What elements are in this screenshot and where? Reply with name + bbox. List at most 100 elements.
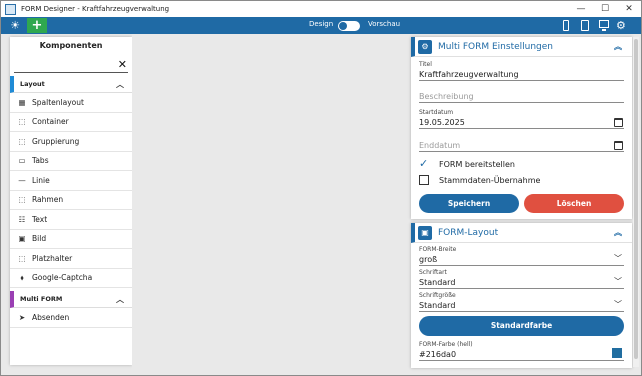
- checkmark-icon: ✓: [419, 157, 429, 170]
- font-size-label: Schriftgröße: [419, 292, 456, 299]
- frame-icon: ⬚: [18, 195, 26, 205]
- title-value: Kraftfahrzeugverwaltung: [419, 70, 519, 79]
- start-date-value: 19.05.2025: [419, 118, 465, 127]
- collapse-icon[interactable]: ︽: [614, 227, 622, 238]
- component-item[interactable]: ⬚ Rahmen: [10, 191, 132, 210]
- section-multi-form[interactable]: Multi FORM ︿: [10, 291, 132, 308]
- chevron-down-icon[interactable]: ﹀: [614, 255, 622, 263]
- checkbox-box[interactable]: [419, 175, 429, 185]
- form-color-label: FORM-Farbe (hell): [419, 341, 473, 348]
- sun-icon[interactable]: ☀: [5, 18, 25, 33]
- components-sidebar: Komponenten ✕ Layout ︿ ▦ Spaltenlayout ⬚ C…: [10, 37, 132, 365]
- save-button[interactable]: Speichern: [419, 194, 519, 213]
- panel-header: ⚙ Multi FORM Einstellungen ︽: [411, 37, 632, 57]
- delete-button[interactable]: Löschen: [524, 194, 624, 213]
- section-label: Multi FORM: [20, 295, 63, 303]
- component-item[interactable]: — Linie: [10, 171, 132, 191]
- component-search-input[interactable]: ✕: [14, 55, 128, 73]
- component-item[interactable]: ▦ Spaltenlayout: [10, 93, 132, 113]
- description-placeholder: Beschreibung: [419, 92, 474, 101]
- font-size-select[interactable]: Schriftgröße Standard ﹀: [419, 292, 624, 312]
- chevron-up-icon[interactable]: ︿: [116, 291, 124, 308]
- app-icon: [5, 3, 16, 15]
- start-date-label: Startdatum: [419, 109, 454, 116]
- maximize-button[interactable]: ☐: [593, 1, 617, 17]
- section-label: Layout: [20, 80, 45, 88]
- panel-title: Multi FORM Einstellungen: [438, 41, 554, 52]
- close-button[interactable]: ✕: [617, 1, 641, 17]
- lock-icon: ⬧: [20, 272, 24, 282]
- font-size-value: Standard: [419, 301, 456, 310]
- send-icon: ➤: [18, 312, 26, 322]
- add-button[interactable]: +: [27, 18, 47, 33]
- design-canvas[interactable]: [132, 34, 410, 374]
- component-label: Platzhalter: [32, 253, 73, 263]
- group-icon: ⬚: [18, 136, 26, 146]
- calendar-icon[interactable]: [614, 141, 623, 150]
- title-field[interactable]: Titel Kraftfahrzeugverwaltung: [419, 61, 624, 81]
- component-item[interactable]: ▭ Tabs: [10, 152, 132, 171]
- component-item[interactable]: ⬚ Platzhalter: [10, 249, 132, 269]
- mode-switch[interactable]: [338, 21, 360, 31]
- component-item[interactable]: ➤ Absenden: [10, 308, 132, 328]
- phone-icon[interactable]: [563, 20, 569, 31]
- publish-label: FORM bereitstellen: [439, 159, 515, 169]
- text-icon: ☷: [18, 214, 26, 224]
- publish-checkbox[interactable]: ✓ FORM bereitstellen: [419, 156, 632, 172]
- multi-form-settings-panel: ⚙ Multi FORM Einstellungen ︽ Titel Kraft…: [411, 37, 632, 219]
- sidebar-title: Komponenten: [39, 41, 103, 50]
- form-color-field[interactable]: FORM-Farbe (hell) #216da0: [419, 341, 624, 361]
- preview-label: Vorschau: [368, 20, 401, 28]
- chevron-down-icon[interactable]: ﹀: [614, 301, 622, 309]
- font-value: Standard: [419, 278, 456, 287]
- component-label: Spaltenlayout: [32, 97, 84, 107]
- component-item[interactable]: ▣ Bild: [10, 230, 132, 249]
- component-item[interactable]: ⬧ Google-Captcha: [10, 269, 132, 288]
- layout-icon: ▣: [418, 225, 432, 240]
- description-field[interactable]: Beschreibung: [419, 91, 624, 103]
- columns-icon: ▦: [18, 97, 26, 107]
- masterdata-label: Stammdaten-Übernahme: [439, 175, 541, 185]
- chevron-up-icon[interactable]: ︿: [116, 76, 124, 93]
- end-date-placeholder: Enddatum: [419, 141, 461, 150]
- component-label: Bild: [32, 234, 47, 244]
- panel-title: FORM-Layout: [438, 227, 499, 238]
- window-controls: — ☐ ✕: [569, 1, 641, 17]
- chevron-down-icon[interactable]: ﹀: [614, 278, 622, 286]
- masterdata-checkbox[interactable]: Stammdaten-Übernahme: [419, 172, 632, 188]
- line-icon: —: [18, 175, 26, 185]
- scrollbar-thumb[interactable]: [634, 39, 638, 359]
- font-label: Schriftart: [419, 269, 447, 276]
- design-label: Design: [309, 20, 334, 28]
- component-label: Linie: [32, 175, 50, 185]
- default-color-button[interactable]: Standardfarbe: [419, 316, 624, 336]
- component-label: Google-Captcha: [32, 273, 93, 283]
- toolbar: ☀ + Design Vorschau ⚙: [1, 17, 641, 34]
- calendar-icon[interactable]: [614, 118, 623, 127]
- clear-search-icon[interactable]: ✕: [118, 59, 127, 70]
- form-width-select[interactable]: FORM-Breite groß ﹀: [419, 246, 624, 266]
- component-item[interactable]: ⬚ Container: [10, 113, 132, 132]
- color-swatch[interactable]: [612, 348, 622, 358]
- tablet-icon[interactable]: [581, 20, 589, 31]
- gears-icon[interactable]: ⚙: [616, 19, 626, 32]
- end-date-field[interactable]: Enddatum: [419, 140, 624, 152]
- component-label: Rahmen: [32, 195, 64, 205]
- section-layout[interactable]: Layout ︿: [10, 76, 132, 93]
- desktop-icon[interactable]: [599, 20, 609, 31]
- component-label: Text: [32, 214, 48, 224]
- component-item[interactable]: ☷ Text: [10, 210, 132, 230]
- component-label: Container: [32, 117, 69, 127]
- form-width-label: FORM-Breite: [419, 246, 457, 253]
- font-select[interactable]: Schriftart Standard ﹀: [419, 269, 624, 289]
- tabs-icon: ▭: [18, 156, 26, 166]
- placeholder-icon: ⬚: [18, 253, 26, 263]
- title-label: Titel: [419, 61, 432, 68]
- collapse-icon[interactable]: ︽: [614, 41, 622, 52]
- form-color-value: #216da0: [419, 350, 457, 359]
- component-item[interactable]: ⬚ Gruppierung: [10, 132, 132, 152]
- window-title: FORM Designer - Kraftfahrzeugverwaltung: [21, 5, 170, 13]
- minimize-button[interactable]: —: [569, 1, 593, 17]
- panel-scrollbar[interactable]: [633, 37, 639, 367]
- start-date-field[interactable]: Startdatum 19.05.2025: [419, 109, 624, 129]
